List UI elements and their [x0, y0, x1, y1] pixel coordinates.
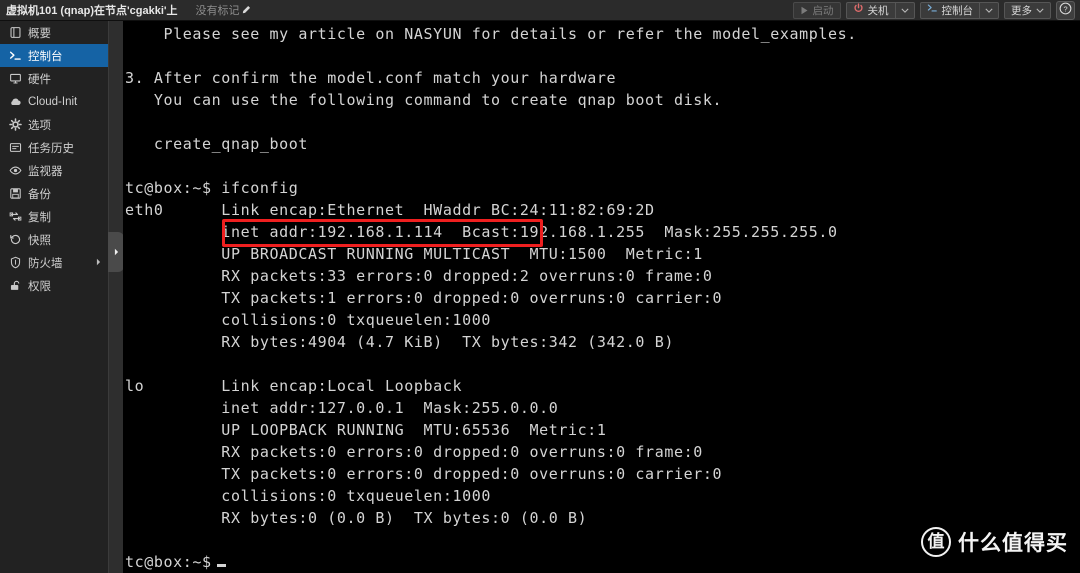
terminal-line: collisions:0 txqueuelen:1000 — [125, 311, 491, 329]
svg-text:?: ? — [1063, 4, 1067, 13]
terminal-prompt-icon — [927, 3, 938, 17]
play-icon — [800, 6, 809, 15]
shutdown-button-label: 关机 — [867, 4, 889, 17]
terminal-line: TX packets:0 errors:0 dropped:0 overruns… — [125, 465, 723, 483]
watermark-badge: 值 — [921, 527, 951, 557]
terminal-line: You can use the following command to cre… — [125, 91, 723, 109]
more-button[interactable]: 更多 — [1004, 1, 1051, 19]
page-title: 虚拟机101 (qnap)在节点'cgakki'上 — [6, 5, 178, 17]
sidebar-item-label: 复制 — [28, 211, 51, 224]
more-button-label: 更多 — [1011, 4, 1032, 17]
sidebar-item-1[interactable]: 控制台 — [0, 44, 108, 67]
terminal-line: UP LOOPBACK RUNNING MTU:65536 Metric:1 — [125, 421, 607, 439]
panel-collapse-handle[interactable] — [108, 232, 124, 272]
eye-icon — [8, 164, 22, 178]
terminal-line: collisions:0 txqueuelen:1000 — [125, 487, 491, 505]
terminal-line: inet addr:192.168.1.114 Bcast:192.168.1.… — [125, 223, 838, 241]
history-icon — [8, 233, 22, 247]
sidebar-item-label: 选项 — [28, 119, 51, 132]
terminal-line: inet addr:127.0.0.1 Mask:255.0.0.0 — [125, 399, 559, 417]
unlock-icon — [8, 279, 22, 293]
sidebar-item-6[interactable]: 监视器 — [0, 159, 108, 182]
terminal-line: eth0 Link encap:Ethernet HWaddr BC:24:11… — [125, 201, 655, 219]
shield-icon — [8, 256, 22, 270]
terminal-line: TX packets:1 errors:0 dropped:0 overruns… — [125, 289, 723, 307]
terminal-line: RX packets:0 errors:0 dropped:0 overruns… — [125, 443, 703, 461]
terminal-line: RX packets:33 errors:0 dropped:2 overrun… — [125, 267, 713, 285]
terminal-line: tc@box:~$ ifconfig — [125, 179, 299, 197]
window-header: 虚拟机101 (qnap)在节点'cgakki'上 没有标记 启动 关机 控制台… — [0, 0, 1080, 21]
sidebar-item-7[interactable]: 备份 — [0, 182, 108, 205]
terminal-line: RX bytes:0 (0.0 B) TX bytes:0 (0.0 B) — [125, 509, 588, 527]
panel-splitter[interactable] — [108, 21, 123, 573]
sidebar-item-label: Cloud-Init — [28, 95, 78, 108]
terminal-line: Please see my article on NASYUN for deta… — [125, 25, 857, 43]
replicate-icon — [8, 210, 22, 224]
shutdown-button[interactable]: 关机 — [845, 1, 915, 19]
terminal-line: RX bytes:4904 (4.7 KiB) TX bytes:342 (34… — [125, 333, 674, 351]
sidebar-item-3[interactable]: Cloud-Init — [0, 90, 108, 113]
terminal-line: 3. After confirm the model.conf match yo… — [125, 69, 617, 87]
sidebar-item-8[interactable]: 复制 — [0, 205, 108, 228]
sidebar-item-label: 快照 — [28, 234, 51, 247]
sidebar-item-11[interactable]: 权限 — [0, 274, 108, 297]
help-icon: ? — [1059, 2, 1072, 18]
start-button-label: 启动 — [812, 4, 834, 17]
sidebar-item-label: 防火墙 — [28, 257, 63, 270]
start-button[interactable]: 启动 — [792, 1, 841, 19]
tag-field[interactable]: 没有标记 — [196, 2, 251, 18]
sidebar-item-label: 控制台 — [28, 50, 63, 63]
terminal-line: lo Link encap:Local Loopback — [125, 377, 463, 395]
monitor-icon — [8, 72, 22, 86]
terminal-icon — [8, 49, 22, 63]
sidebar: 概要控制台硬件 Cloud-Init 选项任务历史监视器备份复制快照防火墙权限 — [0, 21, 108, 573]
sidebar-item-label: 硬件 — [28, 73, 51, 86]
app-window: 虚拟机101 (qnap)在节点'cgakki'上 没有标记 启动 关机 控制台… — [0, 0, 1080, 573]
terminal-line: create_qnap_boot — [125, 135, 308, 153]
chevron-down-icon[interactable] — [980, 3, 998, 18]
sidebar-item-label: 权限 — [28, 280, 51, 293]
power-icon — [853, 3, 864, 17]
pencil-icon[interactable] — [241, 5, 251, 15]
gear-icon — [8, 118, 22, 132]
terminal-prompt: tc@box:~$ — [125, 553, 212, 571]
terminal-line: UP BROADCAST RUNNING MULTICAST MTU:1500 … — [125, 245, 703, 263]
chevron-right-icon[interactable] — [96, 257, 101, 269]
sidebar-item-label: 任务历史 — [28, 142, 74, 155]
chevron-down-icon[interactable] — [896, 3, 914, 18]
watermark-text: 什么值得买 — [958, 532, 1068, 555]
sidebar-item-10[interactable]: 防火墙 — [0, 251, 108, 274]
sidebar-item-5[interactable]: 任务历史 — [0, 136, 108, 159]
save-disk-icon — [8, 187, 22, 201]
tag-label: 没有标记 — [195, 5, 240, 17]
list-icon — [8, 141, 22, 155]
sidebar-item-0[interactable]: 概要 — [0, 21, 108, 44]
chevron-down-icon — [1036, 8, 1044, 13]
cloud-icon — [8, 95, 22, 109]
sidebar-item-label: 监视器 — [28, 165, 63, 178]
console-button[interactable]: 控制台 — [919, 1, 999, 19]
help-button[interactable]: ? — [1056, 0, 1075, 20]
book-icon — [8, 26, 22, 40]
block-cursor — [216, 564, 226, 567]
sidebar-item-4[interactable]: 选项 — [0, 113, 108, 136]
terminal-output: Please see my article on NASYUN for deta… — [123, 21, 1080, 573]
sidebar-item-2[interactable]: 硬件 — [0, 67, 108, 90]
sidebar-item-label: 概要 — [28, 27, 51, 40]
sidebar-item-label: 备份 — [28, 188, 51, 201]
header-button-group: 启动 关机 控制台 更多 ? — [792, 0, 1080, 21]
console-button-label: 控制台 — [941, 4, 974, 17]
sidebar-item-9[interactable]: 快照 — [0, 228, 108, 251]
watermark: 值 什么值得买 — [921, 527, 1068, 557]
console-terminal[interactable]: Please see my article on NASYUN for deta… — [123, 21, 1080, 573]
